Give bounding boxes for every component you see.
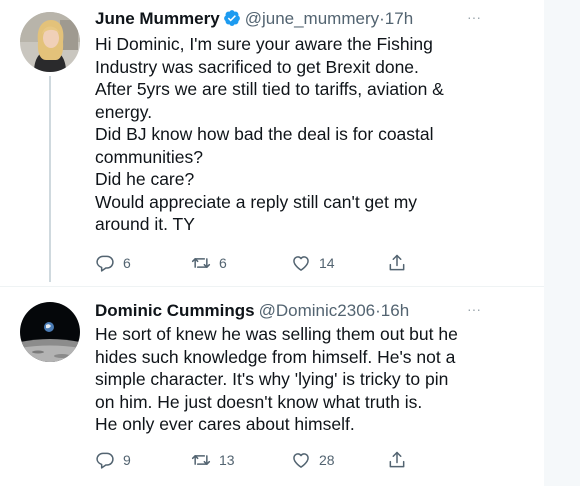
author-handle[interactable]: @Dominic2306 xyxy=(259,301,375,320)
right-gutter xyxy=(544,0,580,486)
heart-icon xyxy=(293,256,309,271)
verified-badge-icon xyxy=(223,9,241,33)
author-name[interactable]: June Mummery xyxy=(95,9,220,28)
tweet-text-line: hides such knowledge from himself. He's … xyxy=(95,346,456,367)
tweet-text-line: Industry was sacrificed to get Brexit do… xyxy=(95,56,419,77)
tweet[interactable]: June Mummery @june_mummery·17h ··· Hi Dom… xyxy=(0,0,544,286)
tweet-text-line: around it. TY xyxy=(95,214,195,234)
timeline: June Mummery @june_mummery·17h ··· Hi Dom… xyxy=(0,0,544,486)
avatar[interactable] xyxy=(20,12,80,72)
twitter-thread-screenshot: June Mummery @june_mummery·17h ··· Hi Dom… xyxy=(0,0,580,486)
timestamp[interactable]: 16h xyxy=(381,301,409,320)
reply-count: 9 xyxy=(123,452,131,468)
retweet-button[interactable]: 6 xyxy=(191,251,227,275)
tweet-text-line: simple character. It's why 'lying' is tr… xyxy=(95,369,449,389)
retweet-icon xyxy=(191,455,211,465)
tweet-text-line: Hi Dominic, I'm sure your aware the Fish… xyxy=(95,34,433,54)
share-icon xyxy=(389,254,405,271)
retweet-icon xyxy=(191,258,211,268)
heart-icon xyxy=(293,453,309,468)
tweet-text-line: He sort of knew he was selling them out … xyxy=(95,324,458,344)
more-options-icon[interactable]: ··· xyxy=(462,6,486,28)
tweet-text: Hi Dominic, I'm sure your aware the Fish… xyxy=(95,33,490,236)
reply-button[interactable]: 6 xyxy=(95,251,131,275)
avatar[interactable] xyxy=(20,302,80,362)
tweet-header: June Mummery @june_mummery·17h xyxy=(95,8,480,30)
like-count: 14 xyxy=(319,255,335,271)
author-name[interactable]: Dominic Cummings xyxy=(95,301,255,320)
tweet-text-line: He only ever cares about himself. xyxy=(95,414,355,434)
like-button[interactable]: 28 xyxy=(291,448,335,472)
tweet-text-line: Would appreciate a reply still can't get… xyxy=(95,191,418,212)
reply-count: 6 xyxy=(123,255,131,271)
tweet-actions: 6 6 14 xyxy=(95,251,425,275)
tweet-text-line: Did BJ know how bad the deal is for coas… xyxy=(95,124,434,144)
tweet-text-line: After 5yrs we are still tied to tariffs,… xyxy=(95,79,444,99)
tweet-text-line: Did he care? xyxy=(95,169,195,189)
tweet[interactable]: Dominic Cummings @Dominic2306·16h ··· He … xyxy=(0,286,544,486)
more-options-icon[interactable]: ··· xyxy=(462,298,486,320)
profile-photo-earth-from-moon-icon xyxy=(20,302,80,362)
reply-button[interactable]: 9 xyxy=(95,448,131,472)
profile-photo-blonde-woman-icon xyxy=(20,12,80,72)
retweet-button[interactable]: 13 xyxy=(191,448,235,472)
share-button[interactable] xyxy=(387,251,407,275)
retweet-count: 6 xyxy=(219,255,227,271)
tweet-text: He sort of knew he was selling them out … xyxy=(95,323,490,436)
share-icon xyxy=(389,451,405,468)
reply-icon xyxy=(96,452,114,469)
tweet-actions: 9 13 28 xyxy=(95,448,425,472)
tweet-text-line: energy. xyxy=(95,101,153,122)
retweet-count: 13 xyxy=(219,452,235,468)
like-button[interactable]: 14 xyxy=(291,251,335,275)
tweet-text-line: communities? xyxy=(95,146,203,167)
tweet-text-line: on him. He just doesn't know what truth … xyxy=(95,391,423,412)
like-count: 28 xyxy=(319,452,335,468)
timestamp[interactable]: 17h xyxy=(385,9,413,28)
reply-icon xyxy=(96,255,114,272)
share-button[interactable] xyxy=(387,448,407,472)
author-handle[interactable]: @june_mummery xyxy=(245,9,379,28)
tweet-header: Dominic Cummings @Dominic2306·16h xyxy=(95,300,480,322)
